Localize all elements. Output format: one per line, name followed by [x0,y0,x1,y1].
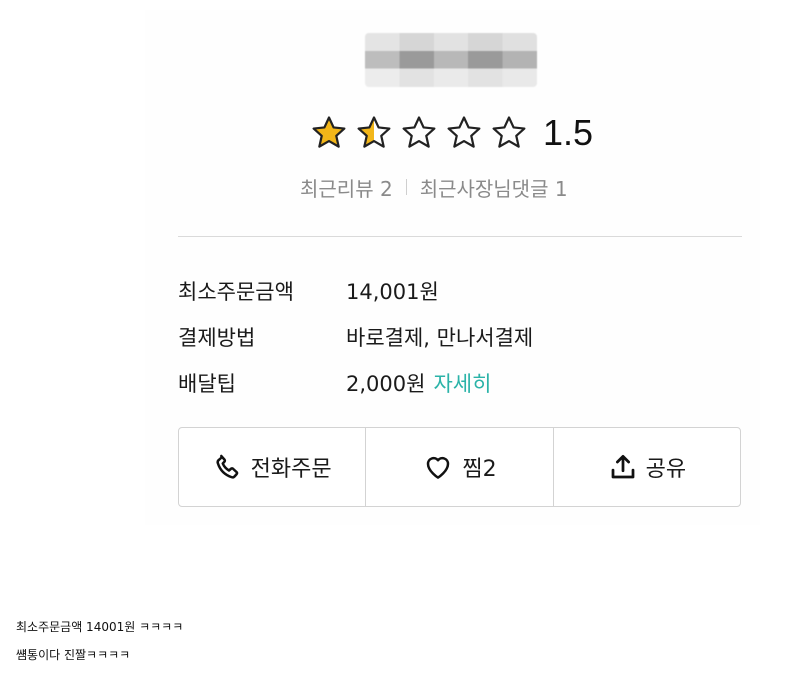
star-half-icon [357,116,391,148]
phone-icon [216,454,238,479]
info-row-min-order: 최소주문금액 14,001원 [178,268,533,314]
separator [405,179,407,195]
store-info-list: 최소주문금액 14,001원 결제방법 바로결제, 만나서결제 배달팁 2,00… [178,268,533,406]
info-row-delivery-tip: 배달팁 2,000원 자세히 [178,360,533,406]
info-value: 바로결제, 만나서결제 [346,326,534,350]
info-row-payment: 결제방법 바로결제, 만나서결제 [178,314,533,360]
info-label: 배달팁 [178,372,236,396]
heart-icon [427,456,450,479]
divider [178,236,742,237]
info-label: 최소주문금액 [178,280,294,304]
star-empty-icon [402,116,436,148]
info-label: 결제방법 [178,326,256,350]
store-name-blurred [365,33,537,87]
star-filled-icon [312,116,346,148]
recent-reviews-link[interactable]: 최근리뷰 2 [300,173,393,202]
like-label: 찜2 [462,457,497,482]
like-button[interactable]: 찜2 [365,428,552,506]
phone-order-button[interactable]: 전화주문 [179,428,365,506]
star-empty-icon [447,116,481,148]
share-icon [611,455,634,479]
star-empty-icon [492,116,526,148]
rating-value: 1.5 [543,112,594,153]
details-link[interactable]: 자세히 [433,368,491,398]
review-summary: 최근리뷰 2 최근사장님댓글 1 [300,172,568,202]
share-button[interactable]: 공유 [552,428,740,506]
rating-row: 1.5 [310,110,593,156]
action-bar: 전화주문 찜2 공유 [178,427,741,507]
caption-line: 최소주문금액 14001원 ㅋㅋㅋㅋ [16,620,184,634]
info-value: 2,000원 [346,372,426,396]
info-value: 14,001원 [346,280,439,304]
share-label: 공유 [645,457,687,482]
caption-line: 썜통이다 진짤ㅋㅋㅋㅋ [16,648,131,662]
phone-order-label: 전화주문 [250,457,332,482]
recent-owner-replies-link[interactable]: 최근사장님댓글 1 [420,173,568,202]
